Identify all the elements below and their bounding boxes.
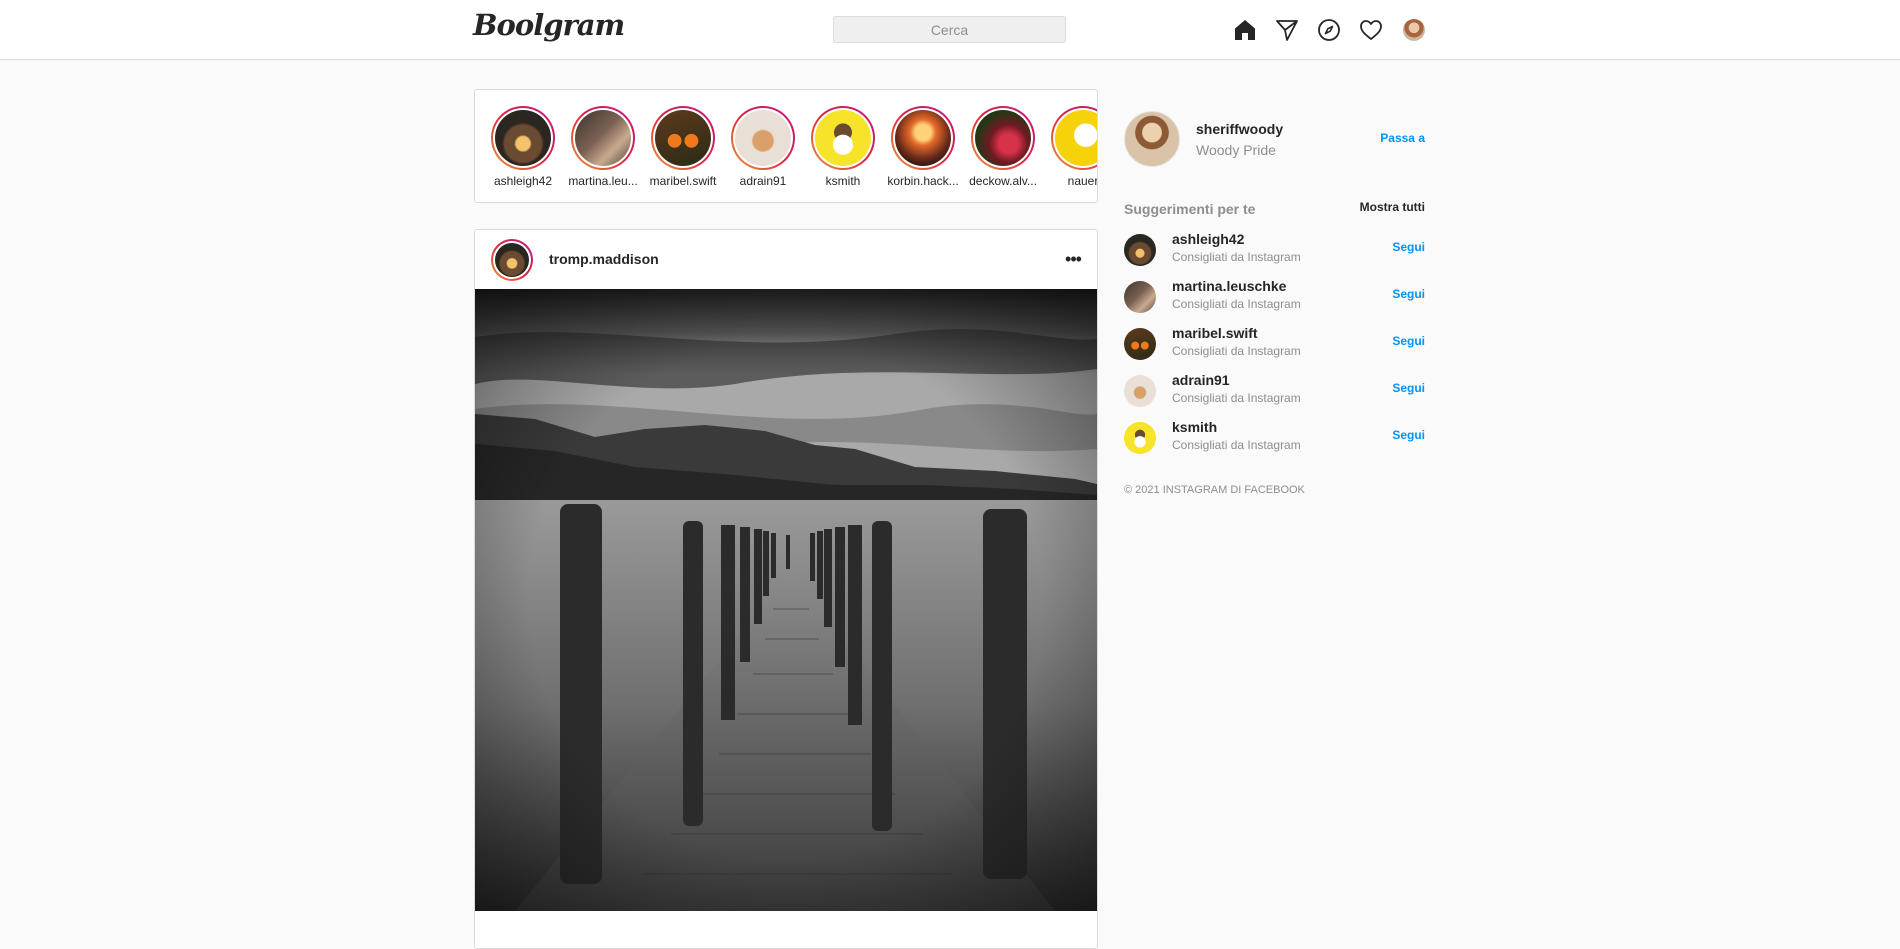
suggestion-subtitle: Consigliati da Instagram bbox=[1172, 438, 1301, 452]
story-item[interactable]: ashleigh42 bbox=[485, 106, 561, 188]
top-navigation-bar: Boolgram bbox=[0, 0, 1900, 60]
story-username: martina.leu... bbox=[568, 174, 638, 188]
story-avatar bbox=[975, 110, 1031, 166]
app-logo[interactable]: Boolgram bbox=[473, 8, 625, 42]
suggestion-username[interactable]: ksmith bbox=[1172, 419, 1217, 435]
suggestion-avatar[interactable] bbox=[1124, 281, 1156, 313]
story-ring bbox=[811, 106, 875, 170]
suggestion-username[interactable]: martina.leuschke bbox=[1172, 278, 1286, 294]
suggestion-avatar[interactable] bbox=[1124, 234, 1156, 266]
story-item[interactable]: maribel.swift bbox=[645, 106, 721, 188]
suggestion-item: martina.leuschke Consigliati da Instagra… bbox=[1124, 275, 1425, 319]
follow-button[interactable]: Segui bbox=[1392, 334, 1425, 348]
suggestion-item: adrain91 Consigliati da Instagram Segui bbox=[1124, 369, 1425, 413]
suggestion-subtitle: Consigliati da Instagram bbox=[1172, 391, 1301, 405]
follow-button[interactable]: Segui bbox=[1392, 287, 1425, 301]
story-username: nauer bbox=[1067, 174, 1098, 188]
post-author-avatar[interactable] bbox=[491, 239, 533, 281]
home-icon[interactable] bbox=[1233, 18, 1257, 42]
suggestion-subtitle: Consigliati da Instagram bbox=[1172, 250, 1301, 264]
story-username: maribel.swift bbox=[649, 174, 717, 188]
current-user-avatar[interactable] bbox=[1124, 111, 1180, 167]
suggestion-username[interactable]: maribel.swift bbox=[1172, 325, 1258, 341]
copyright-text: © 2021 INSTAGRAM DI FACEBOOK bbox=[1124, 484, 1305, 496]
post-photo[interactable] bbox=[475, 289, 1097, 911]
current-user-username[interactable]: sheriffwoody bbox=[1196, 121, 1283, 137]
follow-button[interactable]: Segui bbox=[1392, 428, 1425, 442]
story-item[interactable]: nauer bbox=[1045, 106, 1098, 188]
activity-heart-icon[interactable] bbox=[1359, 18, 1383, 42]
story-username: korbin.hack... bbox=[887, 174, 959, 188]
suggestion-subtitle: Consigliati da Instagram bbox=[1172, 297, 1301, 311]
follow-button[interactable]: Segui bbox=[1392, 240, 1425, 254]
story-ring bbox=[1051, 106, 1097, 170]
story-avatar bbox=[815, 110, 871, 166]
search-input[interactable] bbox=[833, 16, 1066, 43]
story-avatar bbox=[895, 110, 951, 166]
suggestion-username[interactable]: adrain91 bbox=[1172, 372, 1230, 388]
suggestion-avatar[interactable] bbox=[1124, 422, 1156, 454]
story-ring bbox=[971, 106, 1035, 170]
story-item[interactable]: martina.leu... bbox=[565, 106, 641, 188]
story-ring bbox=[571, 106, 635, 170]
story-item[interactable]: deckow.alv... bbox=[965, 106, 1041, 188]
more-options-icon[interactable]: ••• bbox=[1063, 249, 1083, 269]
story-item[interactable]: adrain91 bbox=[725, 106, 801, 188]
lake-pier-photo bbox=[475, 289, 1097, 911]
story-username: adrain91 bbox=[739, 174, 787, 188]
story-item[interactable]: korbin.hack... bbox=[885, 106, 961, 188]
story-username: deckow.alv... bbox=[969, 174, 1037, 188]
explore-compass-icon[interactable] bbox=[1317, 18, 1341, 42]
suggestion-username[interactable]: ashleigh42 bbox=[1172, 231, 1244, 247]
story-avatar bbox=[655, 110, 711, 166]
suggestion-item: ashleigh42 Consigliati da Instagram Segu… bbox=[1124, 228, 1425, 272]
story-ring bbox=[891, 106, 955, 170]
story-username: ksmith bbox=[825, 174, 861, 188]
post-header: tromp.maddison ••• bbox=[475, 230, 1097, 289]
story-item[interactable]: ksmith bbox=[805, 106, 881, 188]
suggestion-item: ksmith Consigliati da Instagram Segui bbox=[1124, 416, 1425, 460]
suggestion-avatar[interactable] bbox=[1124, 328, 1156, 360]
suggestion-subtitle: Consigliati da Instagram bbox=[1172, 344, 1301, 358]
story-avatar bbox=[1055, 110, 1097, 166]
suggestion-item: maribel.swift Consigliati da Instagram S… bbox=[1124, 322, 1425, 366]
follow-button[interactable]: Segui bbox=[1392, 381, 1425, 395]
profile-avatar[interactable] bbox=[1403, 19, 1425, 41]
current-user-fullname: Woody Pride bbox=[1196, 142, 1276, 158]
story-ring bbox=[651, 106, 715, 170]
story-avatar bbox=[495, 110, 551, 166]
post-author-username[interactable]: tromp.maddison bbox=[549, 251, 659, 267]
story-username: ashleigh42 bbox=[493, 174, 553, 188]
direct-message-icon[interactable] bbox=[1275, 18, 1299, 42]
switch-account-link[interactable]: Passa a bbox=[1380, 131, 1425, 145]
suggestion-avatar[interactable] bbox=[1124, 375, 1156, 407]
stories-tray: ashleigh42 martina.leu... maribel.swift … bbox=[474, 89, 1098, 203]
show-all-link[interactable]: Mostra tutti bbox=[1330, 200, 1425, 214]
suggestions-title: Suggerimenti per te bbox=[1124, 201, 1256, 217]
feed-post: tromp.maddison ••• bbox=[474, 229, 1098, 949]
story-avatar bbox=[735, 110, 791, 166]
story-avatar bbox=[575, 110, 631, 166]
story-ring bbox=[491, 106, 555, 170]
story-ring bbox=[731, 106, 795, 170]
